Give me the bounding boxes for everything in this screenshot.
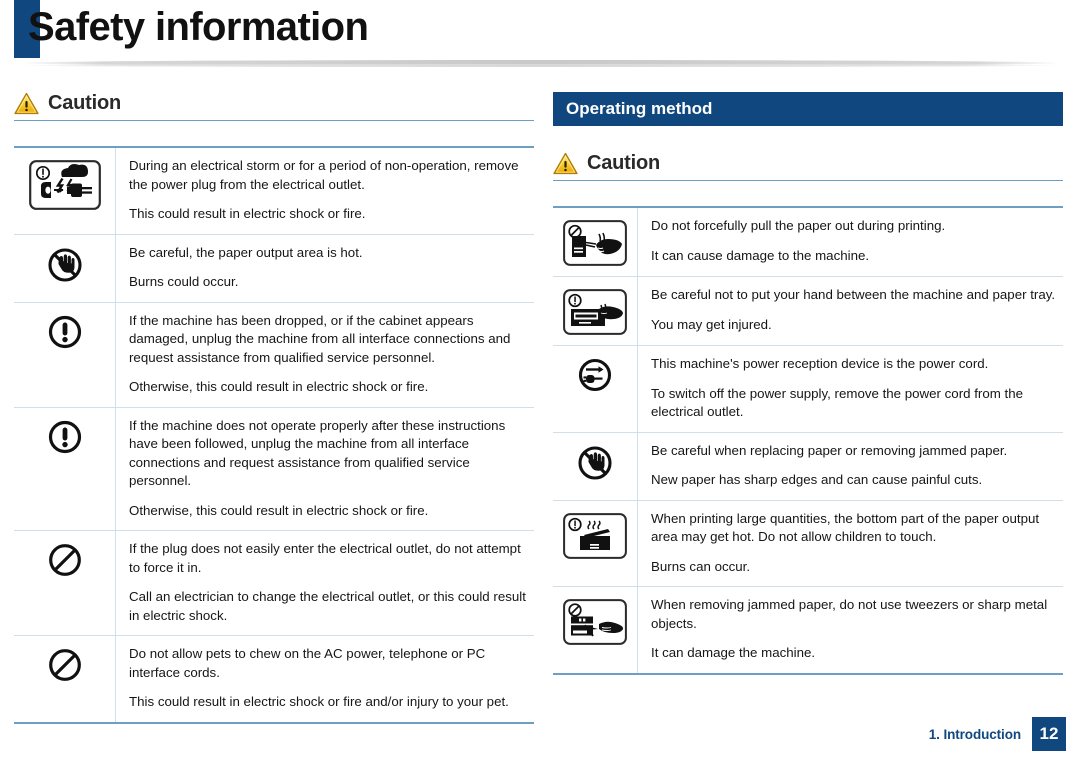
row-icon-cell — [553, 207, 638, 277]
row-text-cell: Be careful not to put your hand between … — [637, 276, 1063, 346]
section-header-label: Operating method — [566, 99, 713, 118]
row-text-cell: When removing jammed paper, do not use t… — [637, 586, 1063, 674]
row-text-line: If the plug does not easily enter the el… — [129, 541, 521, 575]
no-touch-hot-surface-icon — [47, 247, 82, 282]
prohibition-circle-icon — [48, 544, 81, 576]
table-row: This machine's power reception device is… — [553, 345, 1063, 432]
row-text-line: Otherwise, this could result in electric… — [129, 379, 429, 394]
row-text-line: Burns can occur. — [651, 558, 751, 574]
page-title: Safety information — [28, 5, 369, 49]
row-text-line: Be careful when replacing paper or remov… — [651, 442, 1008, 458]
row-text-cell: Do not forcefully pull the paper out dur… — [638, 207, 1064, 277]
table-row: Do not forcefully pull the paper out dur… — [553, 207, 1063, 277]
row-icon-cell — [553, 431, 638, 500]
row-text-line: When removing jammed paper, do not use t… — [651, 597, 1048, 631]
table-row: If the machine does not operate properly… — [14, 406, 534, 531]
left-safety-table: During an electrical storm or for a peri… — [14, 146, 534, 724]
table-row: Do not allow pets to chew on the AC powe… — [14, 635, 534, 723]
hot-output-area-icon — [563, 512, 627, 559]
section-header-operating-method: Operating method — [553, 92, 1063, 126]
no-touch-hot-surface-icon — [578, 445, 612, 480]
right-caution-heading: Caution — [553, 152, 1063, 181]
hand-caught-in-tray-icon — [563, 289, 627, 335]
row-text-cell: If the plug does not easily enter the el… — [115, 530, 534, 636]
row-icon-cell — [14, 301, 116, 407]
row-text-line: During an electrical storm or for a peri… — [129, 158, 519, 192]
right-safety-table: Do not forcefully pull the paper out dur… — [553, 206, 1063, 675]
row-text-line: Be careful not to put your hand between … — [651, 287, 1056, 302]
page-header: Safety information — [0, 0, 1080, 92]
row-text-line: This could result in electric shock or f… — [129, 694, 509, 709]
row-icon-cell — [14, 147, 116, 234]
table-row: Be careful, the paper output area is hot… — [14, 233, 534, 302]
row-text-line: To switch off the power supply, remove t… — [651, 385, 1023, 420]
row-text-line: It can damage the machine. — [651, 645, 816, 660]
left-column: Caution During an electrical storm or fo… — [14, 92, 534, 724]
left-caution-label: Caution — [48, 92, 122, 114]
row-icon-cell — [14, 635, 116, 723]
exclamation-circle-icon — [48, 315, 81, 348]
exclamation-circle-icon — [48, 420, 81, 453]
left-caution-heading: Caution — [14, 92, 534, 121]
row-text-cell: This machine's power reception device is… — [637, 345, 1063, 432]
row-text-line: Do not forcefully pull the paper out dur… — [651, 218, 946, 233]
no-tweezers-icon — [563, 599, 627, 645]
page-footer: 1. Introduction 12 — [929, 717, 1066, 751]
right-column: Operating method Caution Do not forceful… — [553, 92, 1063, 675]
row-text-line: Otherwise, this could result in electric… — [129, 502, 429, 518]
row-icon-cell — [553, 499, 638, 587]
row-text-cell: Be careful, the paper output area is hot… — [115, 233, 534, 302]
row-text-line: New paper has sharp edges and can cause … — [651, 472, 983, 487]
warning-triangle-icon — [553, 152, 578, 175]
row-text-line: If the machine has been dropped, or if t… — [129, 312, 511, 365]
row-text-line: This could result in electric shock or f… — [129, 206, 366, 221]
footer-chapter-label: 1. Introduction — [928, 726, 1021, 742]
row-text-line: It can cause damage to the machine. — [651, 247, 870, 263]
row-text-line: Be careful, the paper output area is hot… — [129, 244, 363, 260]
unplug-during-storm-icon — [28, 160, 101, 210]
row-icon-cell — [14, 406, 116, 531]
row-text-cell: During an electrical storm or for a peri… — [116, 147, 535, 234]
table-row: When printing large quantities, the bott… — [553, 499, 1063, 587]
table-row: During an electrical storm or for a peri… — [14, 147, 534, 234]
row-text-cell: Be careful when replacing paper or remov… — [637, 431, 1063, 500]
table-row: When removing jammed paper, do not use t… — [553, 586, 1063, 674]
header-divider-shadow — [16, 64, 1064, 67]
footer-page-number: 12 — [1032, 717, 1066, 751]
do-not-pull-paper-icon — [563, 220, 627, 266]
row-text-line: You may get injured. — [651, 316, 772, 332]
row-text-cell: If the machine has been dropped, or if t… — [115, 301, 534, 407]
table-row: Be careful when replacing paper or remov… — [553, 431, 1063, 500]
row-text-line: When printing large quantities, the bott… — [651, 510, 1040, 545]
warning-triangle-icon — [14, 92, 39, 115]
row-text-cell: Do not allow pets to chew on the AC powe… — [115, 635, 534, 723]
prohibition-circle-icon — [48, 649, 81, 681]
table-row: If the machine has been dropped, or if t… — [14, 301, 534, 407]
row-text-line: Burns could occur. — [129, 274, 239, 289]
right-caution-label: Caution — [587, 152, 661, 174]
row-icon-cell — [553, 586, 638, 674]
row-text-line: Do not allow pets to chew on the AC powe… — [129, 646, 486, 680]
row-icon-cell — [553, 276, 638, 346]
row-text-line: This machine's power reception device is… — [651, 356, 989, 371]
row-text-cell: If the machine does not operate properly… — [115, 406, 534, 531]
table-row: Be careful not to put your hand between … — [553, 276, 1063, 346]
row-text-line: Call an electrician to change the electr… — [129, 589, 526, 623]
row-text-cell: When printing large quantities, the bott… — [637, 499, 1063, 587]
row-icon-cell — [553, 345, 638, 432]
table-row: If the plug does not easily enter the el… — [14, 530, 534, 636]
row-icon-cell — [14, 233, 116, 302]
row-icon-cell — [14, 530, 116, 636]
power-cord-circle-icon — [578, 358, 612, 392]
row-text-line: If the machine does not operate properly… — [129, 417, 506, 489]
